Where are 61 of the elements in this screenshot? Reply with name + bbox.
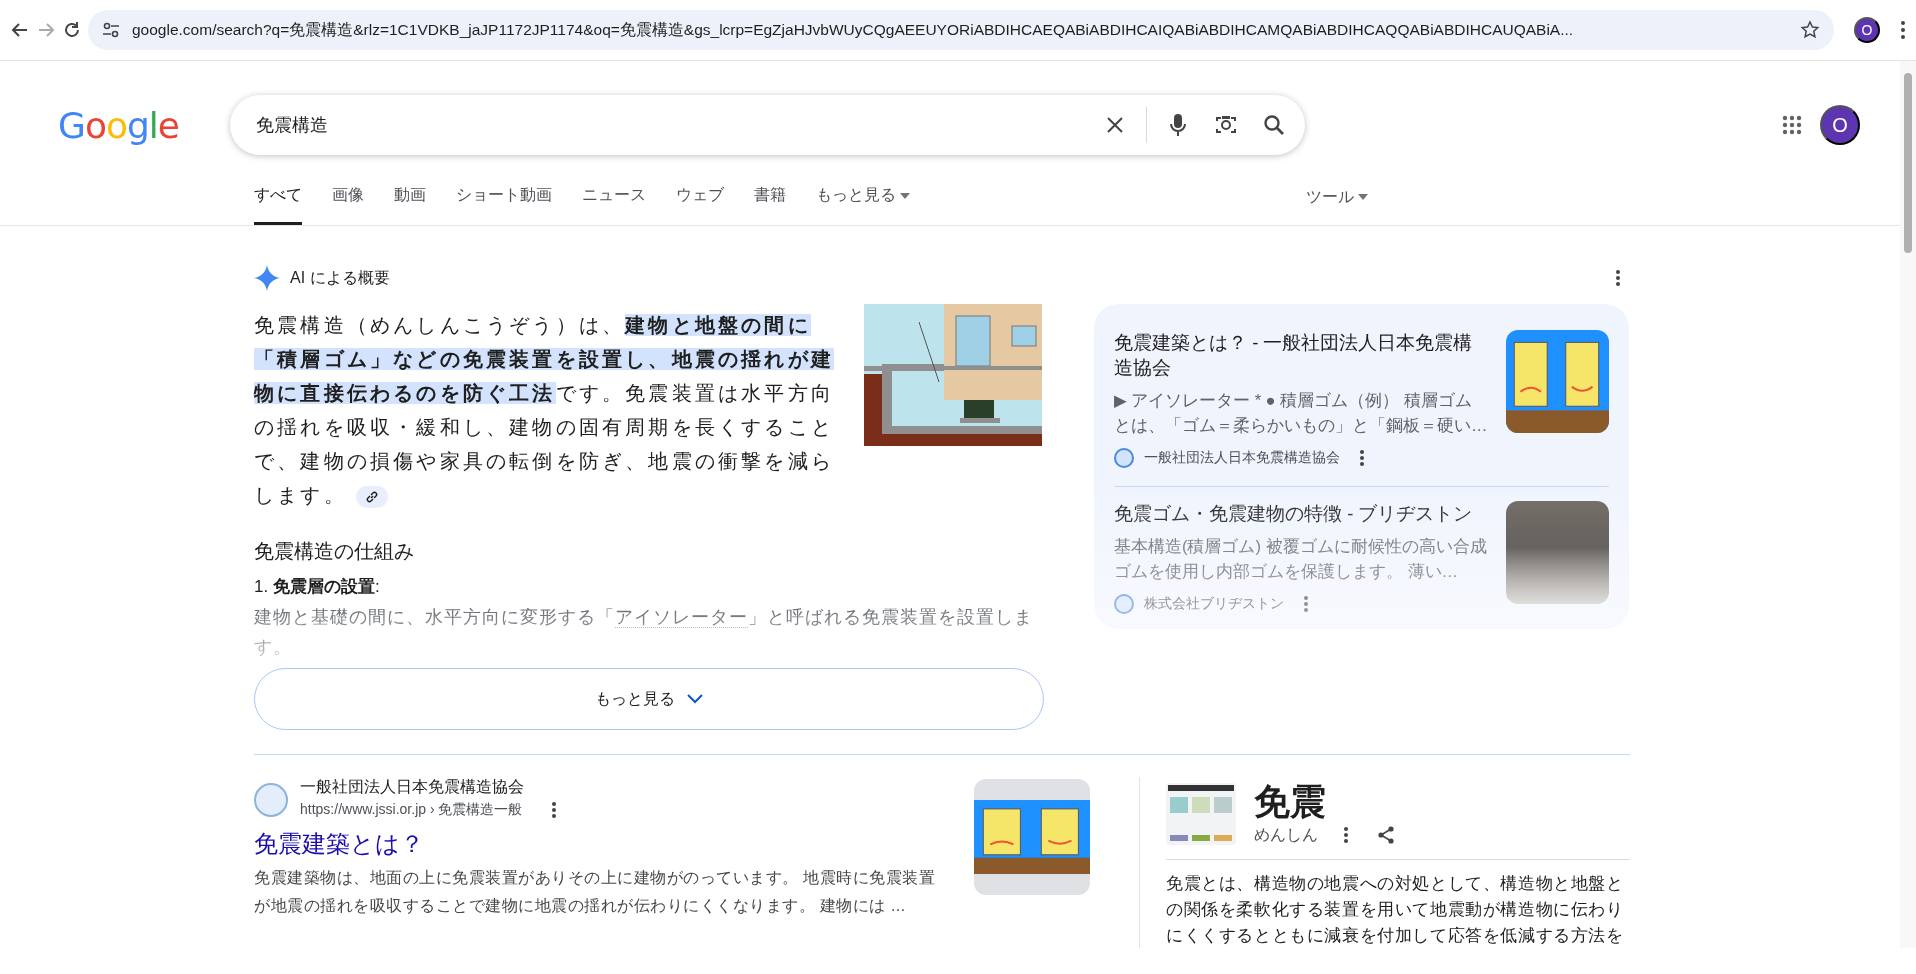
site-favicon — [1114, 448, 1134, 468]
search-tab[interactable]: 動画 — [394, 169, 426, 225]
scrollbar[interactable] — [1900, 61, 1916, 948]
kebab-icon — [1342, 826, 1349, 844]
site-name: 一般社団法人日本免震構造協会 — [300, 777, 525, 797]
search-tab[interactable]: ショート動画 — [456, 169, 552, 225]
search-tab[interactable]: 書籍 — [754, 169, 786, 225]
source-title-link[interactable]: 免震建築とは？ - 一般社団法人日本免震構造協会 — [1114, 330, 1488, 380]
show-more-button[interactable]: もっと見る — [254, 668, 1044, 730]
source-link-button[interactable] — [355, 485, 388, 508]
url-text: google.com/search?q=免震構造&rlz=1C1VDKB_jaJP1172JP1174&oq=免震構造&gs_lcrp=EgZjaHJvbWUyCQgAEEUYORiABDIHCAEQABiABDIHCAIQABiABDIHCAMQABiABDIHCAQQABiABDIHCAUQABiA... — [132, 19, 1575, 40]
source-snippet: 基本構造(積層ゴム) 被覆ゴムに耐候性の高い合成ゴムを使用し内部ゴムを保護します。 薄い… — [1114, 536, 1488, 582]
kebab-icon — [551, 801, 558, 819]
microphone-icon — [1170, 113, 1186, 137]
search-tab[interactable]: すべて — [254, 169, 302, 225]
result-title-link[interactable]: 免震建築とは？ — [254, 828, 424, 860]
source-snippet: ▶ アイソレーター * ● 積層ゴム（例） 積層ゴムとは、「ゴム＝柔らかいもの」と「鋼板＝硬い… — [1114, 390, 1488, 436]
entity-description: 免震とは、構造物の地震への対処として、構造物と地盤との関係を柔軟化する装置を用いて地震動が構造物に伝わりにくくするとともに減衰を付加して応答を低減する方法を — [1165, 873, 1625, 946]
reload-icon[interactable] — [62, 20, 82, 40]
search-icon — [1263, 114, 1285, 136]
step-title: 1. 免震層の設置: — [254, 576, 381, 598]
kebab-icon — [1615, 269, 1621, 287]
address-bar[interactable]: google.com/search?q=免震構造&rlz=1C1VDKB_jaJP1172JP1174&oq=免震構造&gs_lcrp=EgZjaHJvbWUyCQgAEEUYORiABDIHCAEQABiABDIHCAIQABiABDIHCAMQABiABDIHCAQQABiABDIHCAUQABiA... — [88, 10, 1834, 50]
term-link[interactable]: アイソレーター — [615, 607, 748, 628]
sparkle-icon — [254, 265, 280, 291]
site-favicon — [254, 782, 288, 817]
profile-avatar[interactable]: O — [1854, 17, 1880, 43]
apps-grid-icon[interactable] — [1782, 115, 1802, 135]
overview-paragraph: 免震構造（めんしんこうぞう）は、建物と地盤の間に「積層ゴム」などの免震装置を設置し、地震の揺れが建物に直接伝わるのを防ぐ工法 です。免震装置は水平方向の揺れを吸収・緩和し、建物の固有周期を長くすることで、建物の損傷や家具の転倒を防ぎ、地震の衝撃を減らします。 — [254, 313, 835, 510]
search-tab[interactable]: 画像 — [332, 169, 364, 225]
site-favicon — [1114, 594, 1134, 614]
source-title-link[interactable]: 免震ゴム・免震建物の特徴 - ブリヂストン — [1114, 501, 1488, 526]
source-name: 株式会社ブリヂストン — [1144, 595, 1284, 613]
caret-icon — [1358, 194, 1368, 200]
bookmark-star-icon[interactable] — [1800, 20, 1820, 40]
camera-icon — [1214, 114, 1238, 136]
close-icon — [1106, 116, 1124, 134]
step-description: 建物と基礎の間に、水平方向に変形する「アイソレーター」と呼ばれる免震装置を設置します。 — [254, 606, 1034, 659]
account-avatar[interactable]: O — [1820, 105, 1860, 145]
section-heading: 免震構造の仕組み — [254, 539, 415, 564]
result-url: https://www.jssi.or.jp › 免震構造一般 — [300, 801, 523, 819]
caret-icon — [900, 192, 910, 199]
source-name: 一般社団法人日本免震構造協会 — [1144, 449, 1340, 467]
chevron-down-icon — [687, 694, 703, 704]
ai-overview-title: AI による概要 — [290, 267, 390, 288]
search-tab[interactable]: ニュース — [582, 169, 646, 225]
share-icon — [1376, 826, 1395, 844]
result-snippet: 免震建築物は、地面の上に免震装置がありその上に建物がのっています。 地震時に免震装置が地震の揺れを吸収することで建物に地震の揺れが伝わりにくくなります。 建物には ... — [254, 868, 937, 916]
search-input[interactable]: 免震構造 — [254, 113, 1084, 137]
kebab-icon — [1303, 595, 1309, 613]
site-settings-icon[interactable] — [102, 21, 120, 39]
search-tab[interactable]: もっと見る — [816, 169, 910, 225]
link-icon — [364, 489, 379, 504]
tools-menu[interactable]: ツール — [1300, 169, 1374, 225]
entity-title: 免震 — [1253, 781, 1327, 823]
search-tab[interactable]: ウェブ — [676, 169, 724, 225]
entity-reading: めんしん — [1253, 824, 1318, 845]
kebab-icon — [1359, 449, 1365, 467]
google-logo[interactable]: Google — [58, 104, 230, 146]
chart-thumbnail-drawing — [1165, 783, 1236, 845]
menu-icon[interactable] — [1900, 20, 1906, 40]
